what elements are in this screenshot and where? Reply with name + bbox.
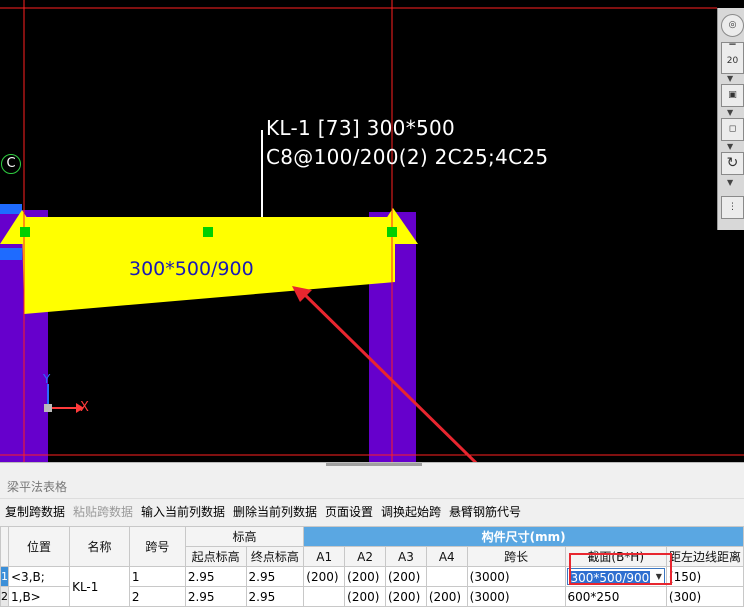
section-label: 300*500/900 [129,258,254,280]
paste-span-button[interactable]: 粘贴跨数据 [73,503,133,520]
cell-span-no[interactable]: 2 [128,586,186,607]
row-number[interactable]: 1 [0,566,9,587]
axis-origin [44,404,52,412]
delete-column-button[interactable]: 删除当前列数据 [233,503,317,520]
cell-end-elev[interactable]: 2.95 [245,566,305,587]
column-left-blue-band [0,248,22,260]
cell-position[interactable]: 1,B> [7,586,71,607]
swap-start-span-button[interactable]: 调换起始跨 [381,503,441,520]
cell-a1[interactable] [303,586,346,607]
beam-annotation-line1: KL-1 [73] 300*500 [266,116,456,140]
header-end-elev[interactable]: 终点标高 [245,546,305,567]
chevron-down-icon[interactable]: ▼ [727,142,733,151]
chevron-down-icon[interactable]: ▼ [727,178,733,187]
cell-a2[interactable]: (200) [344,566,386,587]
cell-a4[interactable] [425,566,468,587]
cell-a2[interactable]: (200) [344,586,386,607]
dots-icon[interactable]: ⋮ [721,196,744,219]
rotate-icon[interactable]: ↻ [721,152,744,175]
axis-x-label: X [80,400,89,415]
cell-a3[interactable]: (200) [384,586,427,607]
axis-y-label: Y [43,372,51,386]
header-a1[interactable]: A1 [303,546,346,567]
callout-highlight-box [569,553,672,585]
header-name[interactable]: 名称 [69,526,130,567]
grip-left [20,227,30,237]
grip-mid [203,227,213,237]
splitter-grip[interactable] [326,463,422,466]
callout-arrow-line [298,288,478,462]
cell-section[interactable]: 600*250 [564,586,667,607]
cell-span-no[interactable]: 1 [128,566,186,587]
chevron-down-icon[interactable]: ▼ [727,108,733,117]
cell-position[interactable]: <3,B; [7,566,71,587]
cell-left-dist[interactable]: (150) [665,566,744,587]
column-left-blue-cap [0,204,22,214]
cube-view-icon[interactable]: ▣ [721,84,744,107]
header-elevation: 标高 [184,526,305,547]
header-a2[interactable]: A2 [344,546,386,567]
header-a4[interactable]: A4 [425,546,468,567]
zoom-level-icon[interactable]: ▔ 20 [721,42,744,74]
axis-marker-c: C [1,154,21,174]
cell-a4[interactable]: (200) [425,586,468,607]
cell-span-length[interactable]: (3000) [466,566,566,587]
header-left-dist[interactable]: 距左边线距离 [665,546,744,567]
header-span-no[interactable]: 跨号 [128,526,186,567]
header-span-length[interactable]: 跨长 [466,546,566,567]
cell-end-elev[interactable]: 2.95 [245,586,305,607]
cell-span-length[interactable]: (3000) [466,586,566,607]
cell-start-elev[interactable]: 2.95 [184,586,247,607]
cell-a3[interactable]: (200) [384,566,427,587]
page-setup-button[interactable]: 页面设置 [325,503,373,520]
grip-right [387,227,397,237]
row-number[interactable]: 2 [0,586,9,607]
canvas-graphics [0,0,744,462]
chevron-down-icon[interactable]: ▼ [727,74,733,83]
panel-title: 梁平法表格 [7,480,68,494]
header-position[interactable]: 位置 [7,526,71,567]
drawing-canvas[interactable]: KL-1 [73] 300*500 C8@100/200(2) 2C25;4C2… [0,0,744,462]
input-column-button[interactable]: 输入当前列数据 [141,503,225,520]
view-toolbar: ◎ ▔ 20 ▼ ▣ ▼ ◻ ▼ ↻ ▼ ⋮ [717,8,744,230]
header-a3[interactable]: A3 [384,546,427,567]
copy-span-button[interactable]: 复制跨数据 [5,503,65,520]
cell-start-elev[interactable]: 2.95 [184,566,247,587]
header-start-elev[interactable]: 起点标高 [184,546,247,567]
corner-cell [0,526,9,567]
cell-left-dist[interactable]: (300) [665,586,744,607]
cube-box-icon[interactable]: ◻ [721,118,744,141]
beam-annotation-line2: C8@100/200(2) 2C25;4C25 [266,145,549,169]
cell-a1[interactable]: (200) [303,566,346,587]
header-size-group: 构件尺寸(mm) [303,526,744,547]
orbit-icon[interactable]: ◎ [721,14,744,37]
cantilever-code-button[interactable]: 悬臂钢筋代号 [449,503,521,520]
cell-name[interactable]: KL-1 [69,566,130,607]
zoom-level-label: 20 [726,56,739,66]
panel-toolbar: 复制跨数据 粘贴跨数据 输入当前列数据 删除当前列数据 页面设置 调换起始跨 悬… [0,498,744,521]
